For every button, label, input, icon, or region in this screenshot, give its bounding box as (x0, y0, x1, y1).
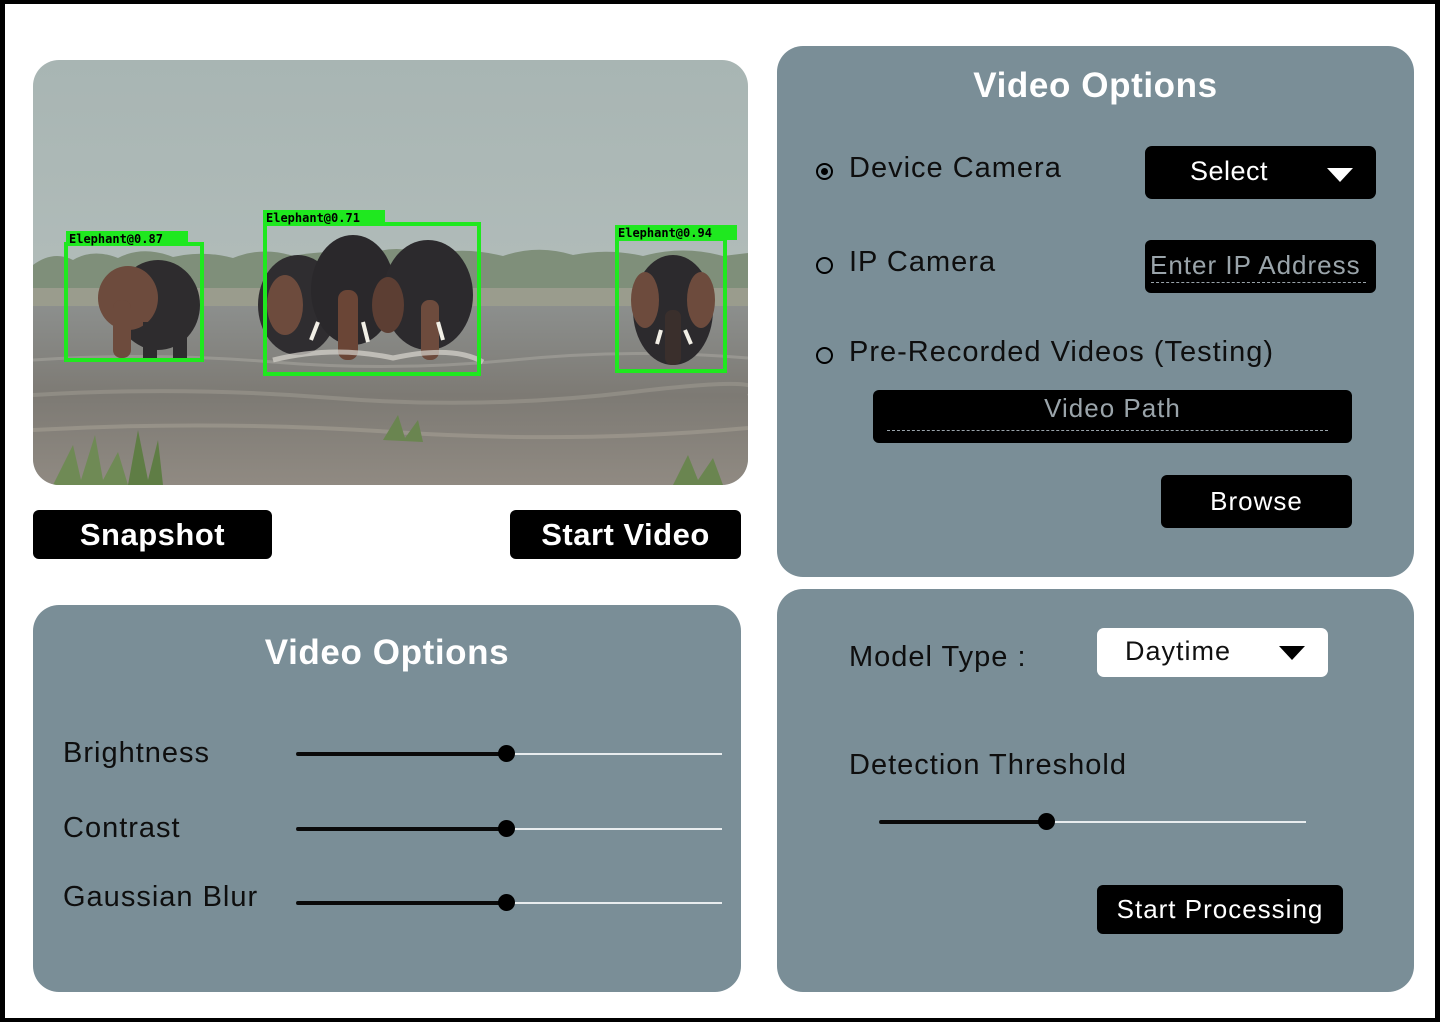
device-camera-label: Device Camera (849, 152, 1062, 184)
gaussian-blur-label: Gaussian Blur (63, 881, 259, 913)
start-video-button[interactable]: Start Video (510, 510, 741, 559)
video-source-panel: Video Options Device Camera Select IP Ca… (777, 46, 1414, 577)
ip-address-placeholder: Enter IP Address (1150, 250, 1361, 280)
detection-label-1: Elephant@0.87 (69, 232, 163, 246)
model-type-select[interactable]: Daytime (1097, 628, 1328, 677)
video-adjust-panel: Video Options Brightness Contrast Gaussi… (33, 605, 741, 992)
start-processing-button[interactable]: Start Processing (1097, 885, 1343, 934)
gaussian-blur-fill (296, 901, 507, 905)
brightness-label: Brightness (63, 737, 211, 769)
contrast-label: Contrast (63, 812, 181, 844)
brightness-fill (296, 752, 507, 756)
camera-select[interactable]: Select (1145, 146, 1376, 199)
browse-button[interactable]: Browse (1161, 475, 1352, 528)
video-path-input[interactable]: Video Path (873, 390, 1352, 443)
detection-threshold-label: Detection Threshold (849, 749, 1128, 781)
prerecorded-label: Pre-Recorded Videos (Testing) (849, 336, 1274, 368)
model-settings-panel: Model Type : Daytime Detection Threshold… (777, 589, 1414, 992)
chevron-down-icon (1279, 646, 1305, 660)
app-window: Elephant@0.87 Elephant@0.71 Elephant@0.9… (5, 4, 1435, 1018)
ip-address-input[interactable]: Enter IP Address (1145, 240, 1376, 293)
contrast-fill (296, 827, 507, 831)
model-type-value: Daytime (1125, 636, 1232, 666)
video-preview: Elephant@0.87 Elephant@0.71 Elephant@0.9… (33, 60, 748, 485)
gaussian-blur-thumb[interactable] (498, 894, 515, 911)
input-underline (887, 430, 1328, 431)
video-frame-image: Elephant@0.87 Elephant@0.71 Elephant@0.9… (33, 60, 748, 485)
elephant-left (98, 260, 200, 358)
detection-label-3: Elephant@0.94 (618, 226, 712, 240)
prerecorded-radio[interactable] (816, 347, 833, 364)
threshold-fill (879, 820, 1047, 824)
detection-label-2: Elephant@0.71 (266, 211, 360, 225)
model-type-label: Model Type : (849, 641, 1027, 673)
video-path-placeholder: Video Path (1044, 393, 1181, 423)
threshold-thumb[interactable] (1038, 813, 1055, 830)
contrast-thumb[interactable] (498, 820, 515, 837)
device-camera-radio[interactable] (816, 163, 833, 180)
snapshot-button[interactable]: Snapshot (33, 510, 272, 559)
ip-camera-radio[interactable] (816, 257, 833, 274)
chevron-down-icon (1327, 168, 1353, 182)
brightness-thumb[interactable] (498, 745, 515, 762)
panel-title: Video Options (973, 66, 1218, 105)
ip-camera-label: IP Camera (849, 246, 997, 278)
input-underline (1151, 282, 1366, 283)
camera-select-value: Select (1190, 156, 1269, 186)
panel-title: Video Options (264, 633, 510, 672)
